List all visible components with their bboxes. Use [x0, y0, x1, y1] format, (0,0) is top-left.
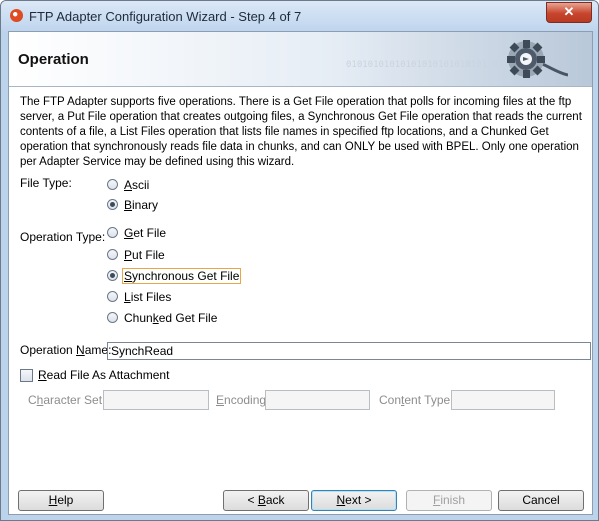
title-bar[interactable]: FTP Adapter Configuration Wizard - Step …	[1, 1, 598, 31]
radio-label: Ascii	[124, 177, 150, 192]
page-banner: Operation 01010101010101010101010101 01	[9, 32, 592, 87]
next-button[interactable]: Next >	[311, 490, 397, 511]
file-type-ascii-radio[interactable]: Ascii	[107, 176, 150, 193]
radio-button[interactable]	[107, 227, 118, 238]
help-button[interactable]: Help	[18, 490, 104, 511]
operation-put-file-radio[interactable]: Put File	[107, 246, 166, 263]
finish-button[interactable]: Finish	[406, 490, 492, 511]
radio-button[interactable]	[107, 179, 118, 190]
file-type-label: File Type:	[20, 176, 72, 190]
encoding-input[interactable]	[265, 390, 370, 410]
operation-chunked-get-file-radio[interactable]: Chunked Get File	[107, 309, 218, 326]
radio-button[interactable]	[107, 199, 118, 210]
back-button[interactable]: < Back	[223, 490, 309, 511]
operation-name-label: Operation Name:	[20, 343, 112, 357]
radio-label: Chunked Get File	[124, 310, 218, 325]
wizard-window: FTP Adapter Configuration Wizard - Step …	[0, 0, 599, 521]
operation-name-input[interactable]: SynchRead	[107, 342, 591, 360]
radio-button[interactable]	[107, 270, 118, 281]
window-title: FTP Adapter Configuration Wizard - Step …	[29, 9, 302, 24]
read-file-as-attachment-checkbox[interactable]: Read File As Attachment	[20, 368, 169, 382]
gear-icon	[507, 40, 568, 78]
radio-button[interactable]	[107, 312, 118, 323]
operation-synchronous-get-file-radio[interactable]: Synchronous Get File	[107, 267, 242, 284]
radio-label: Get File	[124, 225, 167, 240]
binary-decoration: 01010101010101010101010101 01	[346, 60, 504, 70]
checkbox-label: Read File As Attachment	[38, 368, 170, 382]
radio-label: List Files	[124, 289, 172, 304]
app-icon	[10, 9, 23, 22]
operation-get-file-radio[interactable]: Get File	[107, 224, 167, 241]
page-title: Operation	[18, 51, 89, 68]
operation-list-files-radio[interactable]: List Files	[107, 288, 172, 305]
operation-type-label: Operation Type:	[20, 230, 106, 244]
radio-label: Binary	[124, 197, 159, 212]
radio-button[interactable]	[107, 249, 118, 260]
radio-label: Put File	[124, 247, 165, 262]
cancel-button[interactable]: Cancel	[498, 490, 584, 511]
encoding-label: Encoding:	[216, 393, 270, 407]
close-button[interactable]: ✕	[546, 2, 592, 23]
radio-button[interactable]	[107, 291, 118, 302]
file-type-binary-radio[interactable]: Binary	[107, 196, 159, 213]
checkbox[interactable]	[20, 368, 33, 382]
content-type-label: Content Type:	[379, 393, 454, 407]
character-set-label: Character Set:	[28, 393, 106, 407]
description-text: The FTP Adapter supports five operations…	[20, 96, 582, 168]
wizard-content: Operation 01010101010101010101010101 01	[8, 31, 593, 515]
character-set-input[interactable]	[103, 390, 209, 410]
content-type-input[interactable]	[451, 390, 555, 410]
radio-label: Synchronous Get File	[121, 267, 242, 284]
